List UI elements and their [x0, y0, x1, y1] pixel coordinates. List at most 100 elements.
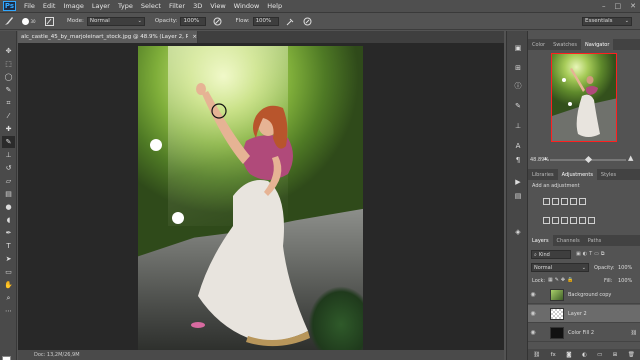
tab-navigator[interactable]: Navigator: [580, 39, 614, 50]
brush-tool-icon[interactable]: [3, 16, 14, 27]
navigator-zoom-knob[interactable]: [584, 155, 593, 164]
dodge-icon[interactable]: ◖: [2, 214, 15, 226]
lasso-icon[interactable]: ◯: [2, 71, 15, 83]
levels-icon[interactable]: [552, 198, 559, 205]
menu-help[interactable]: Help: [267, 2, 282, 10]
healing-brush-icon[interactable]: ✚: [2, 123, 15, 135]
document-tab[interactable]: alc_castle_45_by_marjoleinart_stock.jpg …: [18, 31, 198, 43]
canvas-area[interactable]: [18, 43, 504, 350]
layer-row-color-fill-2[interactable]: ◉ Color Fill 2 ⛓: [528, 324, 640, 342]
menu-3d[interactable]: 3D: [193, 2, 202, 10]
lock-icons[interactable]: ▦✎✥🔒: [548, 277, 575, 283]
gradient-icon[interactable]: ▤: [2, 188, 15, 200]
properties-icon[interactable]: ⊞: [513, 63, 523, 72]
menu-file[interactable]: File: [24, 2, 35, 10]
history-icon[interactable]: ▣: [513, 43, 523, 52]
navigator-thumbnail[interactable]: [551, 53, 617, 142]
trash-icon[interactable]: 🗑: [628, 352, 635, 358]
history-brush-icon[interactable]: ↺: [2, 162, 15, 174]
minimize-button[interactable]: –: [602, 2, 606, 10]
clone-source-icon[interactable]: ⊥: [513, 121, 523, 130]
layer-name[interactable]: Color Fill 2: [568, 330, 594, 336]
menu-type[interactable]: Type: [118, 2, 133, 10]
tab-paths[interactable]: Paths: [584, 235, 606, 246]
eraser-icon[interactable]: ▱: [2, 175, 15, 187]
flow-input[interactable]: 100%: [252, 16, 279, 26]
pressure-opacity-icon[interactable]: [212, 16, 223, 27]
new-adjustment-icon[interactable]: ◐: [582, 352, 587, 358]
quick-select-icon[interactable]: ✎: [2, 84, 15, 96]
marquee-icon[interactable]: ⬚: [2, 58, 15, 70]
menu-layer[interactable]: Layer: [92, 2, 110, 10]
move-icon[interactable]: ✥: [2, 45, 15, 57]
clone-stamp-icon[interactable]: ⊥: [2, 149, 15, 161]
info-icon[interactable]: ⓘ: [513, 81, 523, 90]
channel-mixer-icon[interactable]: [579, 217, 586, 224]
shape-icon[interactable]: ▭: [2, 266, 15, 278]
vibrance-icon[interactable]: [579, 198, 586, 205]
tab-libraries[interactable]: Libraries: [528, 169, 558, 180]
path-select-icon[interactable]: ➤: [2, 253, 15, 265]
zoom-icon[interactable]: ⌕: [2, 292, 15, 304]
actions-icon[interactable]: ▶: [513, 177, 523, 186]
tab-channels[interactable]: Channels: [553, 235, 584, 246]
layer-filter-icons[interactable]: ▣◐T▭⧉: [576, 251, 606, 257]
layer-row-background-copy[interactable]: ◉ Background copy: [528, 286, 640, 304]
brush-preset-picker[interactable]: 30: [20, 16, 38, 27]
timeline-icon[interactable]: ▤: [513, 191, 523, 200]
pressure-size-icon[interactable]: [302, 16, 313, 27]
zoom-in-icon[interactable]: ▲: [628, 154, 633, 162]
color-balance-icon[interactable]: [552, 217, 559, 224]
tab-styles[interactable]: Styles: [597, 169, 620, 180]
brush-panel-icon[interactable]: [44, 16, 55, 27]
blur-icon[interactable]: ●: [2, 201, 15, 213]
eye-icon[interactable]: ◉: [528, 310, 538, 317]
opacity-input[interactable]: 100%: [180, 16, 207, 26]
more-tools-icon[interactable]: ⋯: [2, 305, 15, 317]
curves-icon[interactable]: [561, 198, 568, 205]
menu-view[interactable]: View: [210, 2, 225, 10]
mode-select[interactable]: Normal ⌄: [86, 16, 145, 26]
link-layers-icon[interactable]: ⛓: [533, 352, 540, 358]
photo-filter-icon[interactable]: [570, 217, 577, 224]
eyedropper-icon[interactable]: ⁄: [2, 110, 15, 122]
black-white-icon[interactable]: [561, 217, 568, 224]
type-icon[interactable]: T: [2, 240, 15, 252]
paragraph-icon[interactable]: ¶: [513, 155, 523, 164]
close-button[interactable]: ✕: [630, 2, 636, 10]
layer-name[interactable]: Background copy: [568, 292, 611, 298]
hue-saturation-icon[interactable]: [543, 217, 550, 224]
maximize-button[interactable]: □: [615, 2, 622, 10]
zoom-out-icon[interactable]: ▴: [544, 155, 547, 162]
tab-color[interactable]: Color: [528, 39, 549, 50]
tab-adjustments[interactable]: Adjustments: [557, 169, 597, 180]
menu-image[interactable]: Image: [63, 2, 83, 10]
3d-icon[interactable]: ◈: [513, 227, 523, 236]
add-mask-icon[interactable]: ◙: [566, 352, 571, 358]
eye-icon[interactable]: ◉: [528, 291, 538, 298]
close-tab-icon[interactable]: ×: [192, 34, 197, 40]
eye-icon[interactable]: ◉: [528, 329, 538, 336]
crop-icon[interactable]: ⌗: [2, 97, 15, 109]
layer-opacity-value[interactable]: 100%: [618, 265, 632, 271]
menu-select[interactable]: Select: [141, 2, 161, 10]
artwork-image[interactable]: [138, 46, 363, 350]
hand-icon[interactable]: ✋: [2, 279, 15, 291]
workspace-select[interactable]: Essentials ⌄: [582, 16, 632, 26]
brushes-icon[interactable]: ✎: [513, 101, 523, 110]
airbrush-icon[interactable]: [285, 16, 296, 27]
foreground-color-swatch[interactable]: [2, 356, 11, 360]
menu-window[interactable]: Window: [234, 2, 260, 10]
brightness-icon[interactable]: [543, 198, 550, 205]
character-icon[interactable]: A: [513, 141, 523, 150]
layer-name[interactable]: Layer 2: [568, 311, 587, 317]
menu-filter[interactable]: Filter: [169, 2, 185, 10]
blend-mode-select[interactable]: Normal ⌄: [531, 263, 589, 272]
new-layer-icon[interactable]: ⊞: [613, 352, 618, 358]
pen-icon[interactable]: ✒: [2, 227, 15, 239]
new-group-icon[interactable]: ▭: [597, 352, 602, 358]
menu-edit[interactable]: Edit: [43, 2, 56, 10]
tab-layers[interactable]: Layers: [528, 235, 553, 246]
color-lookup-icon[interactable]: [588, 217, 595, 224]
layer-filter-select[interactable]: ⌕ Kind: [531, 250, 571, 259]
